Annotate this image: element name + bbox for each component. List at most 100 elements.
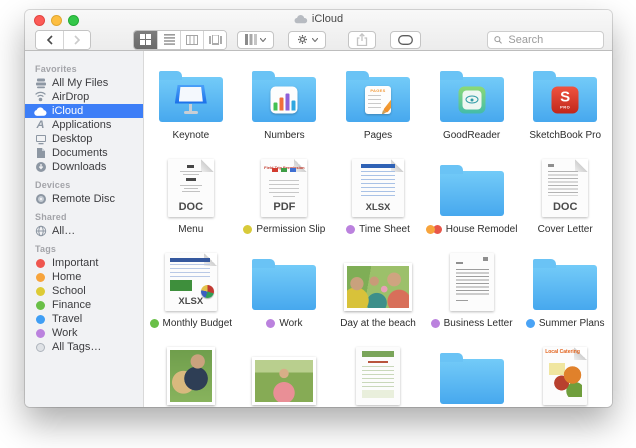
item-green-form[interactable] xyxy=(331,341,425,407)
item-house-remodel[interactable]: House Remodel xyxy=(425,153,519,247)
numbers-app-icon xyxy=(271,86,298,113)
sidebar-item-all-tags[interactable]: All Tags… xyxy=(25,340,143,354)
chevron-down-icon xyxy=(312,38,318,42)
chevron-left-icon xyxy=(46,35,54,45)
sidebar-item-tag-finance[interactable]: Finance xyxy=(25,298,143,312)
file-extension: XLSX xyxy=(165,296,217,307)
globe-icon xyxy=(34,225,47,238)
xlsx-file-icon: XLSX xyxy=(165,253,217,311)
sidebar-item-label: All… xyxy=(52,225,75,237)
list-view-icon xyxy=(164,34,175,45)
item-photo-puppy[interactable] xyxy=(144,341,238,407)
item-label: Menu xyxy=(178,224,203,235)
back-button[interactable] xyxy=(36,31,63,49)
sidebar-section-devices: Devices xyxy=(25,174,143,192)
sidebar-item-tag-home[interactable]: Home xyxy=(25,270,143,284)
keynote-app-icon xyxy=(175,85,207,115)
item-monthly-budget[interactable]: XLSX Monthly Budget xyxy=(144,247,238,341)
item-photo-girl[interactable] xyxy=(238,341,332,407)
cloud-icon xyxy=(34,105,47,118)
item-summer-plans[interactable]: Summer Plans xyxy=(518,247,612,341)
folder-icon xyxy=(440,171,504,216)
item-label: Time Sheet xyxy=(359,224,410,235)
search-field[interactable] xyxy=(487,31,604,49)
pdf-file-icon: Field Trip Permission PDF xyxy=(261,159,307,217)
item-goodreader[interactable]: GoodReader xyxy=(425,59,519,153)
titlebar[interactable]: iCloud xyxy=(25,10,612,29)
view-switcher xyxy=(133,30,227,50)
sidebar-item-documents[interactable]: Documents xyxy=(25,146,143,160)
item-pages[interactable]: PAGES Pages xyxy=(331,59,425,153)
eye-icon xyxy=(465,96,478,104)
pen-icon xyxy=(383,91,391,113)
file-browser-content: Keynote Numbers PAGES xyxy=(144,51,612,407)
item-label: House Remodel xyxy=(446,224,518,235)
photo-thumbnail xyxy=(344,263,412,311)
tag-dot-icon xyxy=(36,259,45,268)
icloud-cloud-icon xyxy=(294,14,308,24)
document-preview-icon xyxy=(450,253,494,311)
chevron-down-icon xyxy=(260,38,266,42)
item-work-folder[interactable]: Work xyxy=(238,247,332,341)
icon-view-button[interactable] xyxy=(134,31,157,49)
sidebar-item-tag-important[interactable]: Important xyxy=(25,256,143,270)
item-folder-row4[interactable] xyxy=(425,341,519,407)
folder-icon xyxy=(252,77,316,122)
arrange-button[interactable] xyxy=(237,31,274,49)
tag-dot-icon xyxy=(36,329,45,338)
sidebar-item-label: Remote Disc xyxy=(52,193,115,205)
sidebar-item-remote-disc[interactable]: Remote Disc xyxy=(25,192,143,206)
sidebar-item-applications[interactable]: A Applications xyxy=(25,118,143,132)
item-label: GoodReader xyxy=(443,130,500,141)
tag-dot-icon xyxy=(426,225,435,234)
tag-dot-icon xyxy=(36,273,45,282)
sidebar-item-label: Documents xyxy=(52,147,108,159)
list-view-button[interactable] xyxy=(157,31,180,49)
sidebar-item-airdrop[interactable]: AirDrop xyxy=(25,90,143,104)
item-numbers[interactable]: Numbers xyxy=(238,59,332,153)
file-extension: PDF xyxy=(261,201,307,213)
column-view-button[interactable] xyxy=(180,31,203,49)
item-business-letter[interactable]: Business Letter xyxy=(425,247,519,341)
sidebar-item-label: AirDrop xyxy=(52,91,89,103)
item-catering-flyer[interactable]: Local Catering xyxy=(518,341,612,407)
sidebar-section-shared: Shared xyxy=(25,206,143,224)
item-cover-letter[interactable]: DOC Cover Letter xyxy=(518,153,612,247)
item-menu[interactable]: DOC Menu xyxy=(144,153,238,247)
item-label: Day at the beach xyxy=(340,318,416,329)
share-button[interactable] xyxy=(348,31,376,49)
item-time-sheet[interactable]: XLSX Time Sheet xyxy=(331,153,425,247)
action-button[interactable] xyxy=(288,31,326,49)
forward-button[interactable] xyxy=(63,31,90,49)
search-input[interactable] xyxy=(506,33,597,47)
folder-icon xyxy=(533,265,597,310)
sidebar-item-tag-work[interactable]: Work xyxy=(25,326,143,340)
applications-icon: A xyxy=(34,119,47,132)
item-day-at-the-beach[interactable]: Day at the beach xyxy=(331,247,425,341)
coverflow-view-button[interactable] xyxy=(203,31,226,49)
tag-dot-icon xyxy=(243,225,252,234)
airdrop-icon xyxy=(34,91,47,104)
sidebar-item-icloud[interactable]: iCloud xyxy=(25,104,143,118)
item-permission-slip[interactable]: Field Trip Permission PDF Permission Sli… xyxy=(238,153,332,247)
sidebar-item-tag-school[interactable]: School xyxy=(25,284,143,298)
folder-icon xyxy=(440,359,504,404)
item-keynote[interactable]: Keynote xyxy=(144,59,238,153)
chevron-right-icon xyxy=(73,35,81,45)
sidebar-item-desktop[interactable]: Desktop xyxy=(25,132,143,146)
desktop-background: iCloud xyxy=(0,0,636,448)
sidebar-item-tag-travel[interactable]: Travel xyxy=(25,312,143,326)
downloads-icon xyxy=(34,161,47,174)
sidebar-item-all-shared[interactable]: All… xyxy=(25,224,143,238)
sidebar-item-label: iCloud xyxy=(52,105,83,117)
desktop-icon xyxy=(34,133,47,146)
goodreader-app-icon xyxy=(458,86,485,113)
item-sketchbook-pro[interactable]: S PRO SketchBook Pro xyxy=(518,59,612,153)
tag-dot-icon xyxy=(150,319,159,328)
sidebar-item-downloads[interactable]: Downloads xyxy=(25,160,143,174)
item-label: Cover Letter xyxy=(538,224,593,235)
file-extension: DOC xyxy=(542,201,588,213)
sidebar-item-all-my-files[interactable]: All My Files xyxy=(25,76,143,90)
item-label: Work xyxy=(279,318,302,329)
tag-button[interactable] xyxy=(390,31,421,49)
